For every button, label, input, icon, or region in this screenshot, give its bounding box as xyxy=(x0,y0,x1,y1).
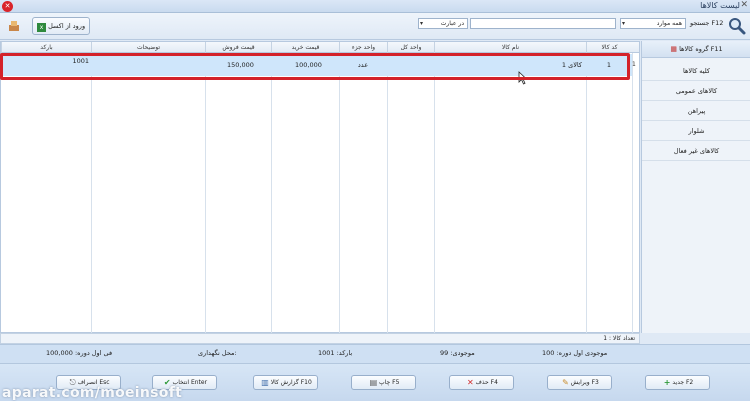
excel-icon: x xyxy=(37,23,46,32)
mouse-cursor-icon xyxy=(518,71,528,85)
print-label: چاپ F5 xyxy=(379,379,400,386)
scope-value: همه موارد xyxy=(656,20,682,27)
search-icon[interactable] xyxy=(728,17,746,35)
import-excel-label: ورود از اکسل xyxy=(48,22,86,30)
cell-unit-main xyxy=(387,54,434,76)
row-indicator: 1 xyxy=(632,61,636,68)
group-sidebar: ▦ گروه کالاها F11 کلیه کالاها کالاهای عم… xyxy=(641,41,750,333)
grid-divider xyxy=(586,53,587,334)
col-code[interactable]: کد کالا xyxy=(586,42,632,53)
grid-divider xyxy=(434,53,435,334)
sidebar-item-general[interactable]: کالاهای عمومی xyxy=(642,81,750,101)
barcode-info: بارکد: 1001 xyxy=(318,349,353,357)
cell-code: 1 xyxy=(606,61,612,69)
chevron-down-icon: ▾ xyxy=(622,20,626,27)
group-header[interactable]: ▦ گروه کالاها F11 xyxy=(642,41,750,58)
edit-button[interactable]: ✎ ویرایش F3 xyxy=(547,375,612,390)
sidebar-item-shirt[interactable]: پیراهن xyxy=(642,101,750,121)
col-description[interactable]: توضیحات xyxy=(91,42,205,53)
search-input[interactable] xyxy=(470,18,616,29)
col-name[interactable]: نام کالا xyxy=(434,42,586,53)
cell-unit-sub: عدد xyxy=(357,61,369,69)
window-title: لیست کالاها xyxy=(700,1,740,10)
grid-header: کد کالا نام کالا واحد کل واحد جزء قیمت خ… xyxy=(1,42,639,53)
item-count: تعداد کالا : 1 xyxy=(603,335,635,342)
new-button[interactable]: + جدید F2 xyxy=(645,375,710,390)
grid-divider xyxy=(387,53,388,334)
print-button[interactable]: ▤ چاپ F5 xyxy=(351,375,416,390)
grid-divider xyxy=(205,53,206,334)
edit-icon: ✎ xyxy=(562,378,569,387)
watermark: aparat.com/moeinsoft xyxy=(2,385,183,401)
delete-label: حذف F4 xyxy=(475,379,498,386)
scope-select[interactable]: ▾ همه موارد xyxy=(620,18,686,29)
warehouse-info: محل نگهداری: xyxy=(198,349,237,357)
match-value: در عبارت xyxy=(440,20,464,27)
chevron-down-icon: ▾ xyxy=(420,20,424,27)
delete-button[interactable]: ✕ حذف F4 xyxy=(449,375,514,390)
details-bar: موجودی اول دوره: 100 موجودی: 99 بارکد: 1… xyxy=(0,344,750,364)
report-icon: ▥ xyxy=(261,378,269,387)
grid-divider xyxy=(91,53,92,334)
col-buy-price[interactable]: قیمت خرید xyxy=(271,42,339,53)
grid-divider xyxy=(339,53,340,334)
cell-sell-price: 150,000 xyxy=(227,61,254,69)
app-icon[interactable]: ✕ xyxy=(2,1,13,12)
search-label: جستجو F12 xyxy=(690,19,724,27)
delete-icon: ✕ xyxy=(467,378,474,387)
tools-icon[interactable] xyxy=(8,20,20,32)
group-header-label: گروه کالاها F11 xyxy=(679,45,723,53)
title-bar: ✕ لیست کالاها ✕ xyxy=(0,0,750,13)
opening-quantity: موجودی اول دوره: 100 xyxy=(542,349,608,357)
cell-name: کالای 1 xyxy=(561,61,582,69)
col-sell-price[interactable]: قیمت فروش xyxy=(205,42,271,53)
sidebar-item-all[interactable]: کلیه کالاها xyxy=(642,61,750,81)
cell-description xyxy=(91,54,205,76)
report-button[interactable]: ▥ گزارش کالا F10 xyxy=(253,375,318,390)
opening-price: فی اول دوره: 100,000 xyxy=(46,349,113,357)
sidebar-item-pants[interactable]: شلوار xyxy=(642,121,750,141)
printer-icon: ▤ xyxy=(369,378,378,387)
sidebar-item-inactive[interactable]: کالاهای غیر فعال xyxy=(642,141,750,161)
toolbar: جستجو F12 ▾ همه موارد ▾ در عبارت x ورود … xyxy=(0,13,750,40)
count-bar: تعداد کالا : 1 xyxy=(0,333,640,344)
grid-divider xyxy=(632,53,633,334)
grid-icon: ▦ xyxy=(670,45,677,53)
cell-buy-price: 100,000 xyxy=(295,61,322,69)
new-label: جدید F2 xyxy=(672,379,694,386)
close-icon[interactable]: ✕ xyxy=(740,0,748,10)
cell-barcode: 1001 xyxy=(72,57,89,65)
col-unit-main[interactable]: واحد کل xyxy=(387,42,434,53)
items-grid: کد کالا نام کالا واحد کل واحد جزء قیمت خ… xyxy=(0,41,640,334)
plus-icon: + xyxy=(663,378,671,387)
col-barcode[interactable]: بارکد xyxy=(1,42,91,53)
match-select[interactable]: ▾ در عبارت xyxy=(418,18,468,29)
edit-label: ویرایش F3 xyxy=(570,379,599,386)
stock-quantity: موجودی: 99 xyxy=(440,349,475,357)
report-label: گزارش کالا F10 xyxy=(270,379,312,386)
grid-divider xyxy=(271,53,272,334)
col-unit-sub[interactable]: واحد جزء xyxy=(339,42,387,53)
import-excel-button[interactable]: x ورود از اکسل xyxy=(32,17,90,35)
